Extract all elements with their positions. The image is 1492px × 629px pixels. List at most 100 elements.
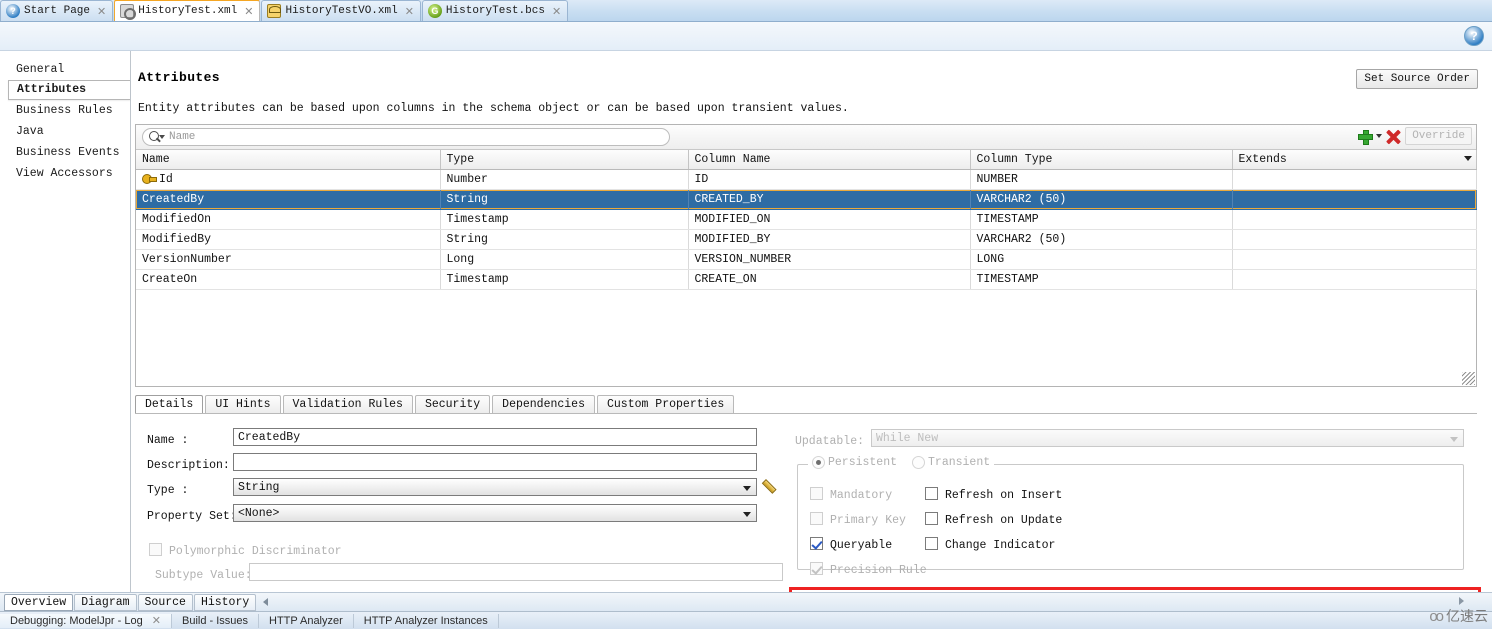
sidebar-item-general[interactable]: General bbox=[0, 59, 130, 80]
watermark-glyph: oo bbox=[1429, 607, 1444, 625]
help-icon[interactable] bbox=[1464, 26, 1484, 46]
table-row[interactable]: ModifiedBy String MODIFIED_BY VARCHAR2 (… bbox=[136, 229, 1477, 250]
table-row[interactable]: CreatedBy String CREATED_BY VARCHAR2 (50… bbox=[136, 189, 1477, 210]
table-row[interactable]: CreateOn Timestamp CREATE_ON TIMESTAMP bbox=[136, 269, 1477, 290]
override-button: Override bbox=[1405, 127, 1472, 145]
tab-ui-hints[interactable]: UI Hints bbox=[205, 395, 281, 414]
updatable-select[interactable]: While New bbox=[871, 429, 1464, 447]
persistent-radio[interactable]: Persistent bbox=[812, 456, 897, 469]
column-header-name[interactable]: Name bbox=[136, 150, 441, 170]
sidebar-item-java[interactable]: Java bbox=[0, 121, 130, 142]
close-icon[interactable]: ✕ bbox=[241, 5, 253, 18]
cell-name: ModifiedOn bbox=[136, 209, 441, 230]
editor-tab-historytestvo-xml[interactable]: HistoryTestVO.xml ✕ bbox=[261, 0, 421, 21]
sidebar-item-view-accessors[interactable]: View Accessors bbox=[0, 163, 130, 184]
panel-resize-grip[interactable] bbox=[1462, 372, 1475, 385]
checkbox-label: Refresh on Update bbox=[945, 514, 1063, 527]
name-field[interactable]: CreatedBy bbox=[233, 428, 757, 446]
transient-radio[interactable]: Transient bbox=[912, 456, 990, 469]
doc-tab-overview[interactable]: Overview bbox=[4, 593, 74, 611]
description-field[interactable] bbox=[233, 453, 757, 471]
checkbox-box bbox=[925, 537, 938, 550]
log-tab-http-analyzer[interactable]: HTTP Analyzer bbox=[259, 613, 354, 628]
subtype-value-label: Subtype Value: bbox=[155, 569, 252, 582]
type-label: Type : bbox=[147, 484, 189, 497]
column-header-type[interactable]: Type bbox=[440, 150, 689, 170]
property-set-select[interactable]: <None> bbox=[233, 504, 757, 522]
cell-extends bbox=[1232, 249, 1477, 270]
search-icon bbox=[147, 129, 167, 145]
column-header-column-name[interactable]: Column Name bbox=[688, 150, 971, 170]
delete-icon[interactable] bbox=[1386, 129, 1401, 144]
editor-tab-start-page[interactable]: Start Page ✕ bbox=[0, 0, 114, 21]
editor-tab-historytest-xml[interactable]: HistoryTest.xml ✕ bbox=[114, 0, 261, 21]
log-tab-debugging[interactable]: Debugging: ModelJpr - Log ✕ bbox=[0, 613, 172, 628]
doc-tab-diagram[interactable]: Diagram bbox=[74, 593, 137, 611]
polymorphic-discriminator-checkbox[interactable]: Polymorphic Discriminator bbox=[149, 543, 342, 558]
set-source-order-button[interactable]: Set Source Order bbox=[1356, 69, 1478, 89]
attributes-table-toolbar: Name Override bbox=[136, 125, 1476, 150]
cell-extends bbox=[1232, 269, 1477, 290]
type-select[interactable]: String bbox=[233, 478, 757, 496]
tab-validation-rules[interactable]: Validation Rules bbox=[282, 395, 413, 414]
checkbox-label: Queryable bbox=[830, 539, 893, 552]
table-row[interactable]: VersionNumber Long VERSION_NUMBER LONG bbox=[136, 249, 1477, 270]
checkbox-label: Mandatory bbox=[830, 489, 893, 502]
tab-dependencies[interactable]: Dependencies bbox=[492, 395, 595, 414]
cell-type: String bbox=[440, 189, 689, 210]
view-object-icon bbox=[267, 4, 282, 18]
close-icon[interactable]: ✕ bbox=[549, 5, 561, 18]
mandatory-checkbox[interactable]: Mandatory bbox=[810, 487, 892, 502]
refresh-on-update-checkbox[interactable]: Refresh on Update bbox=[925, 512, 1062, 527]
pencil-icon[interactable] bbox=[765, 478, 781, 494]
queryable-checkbox[interactable]: Queryable bbox=[810, 537, 892, 552]
attributes-table-panel: Name Override Name Type Column Name Colu… bbox=[135, 124, 1477, 387]
column-header-column-type[interactable]: Column Type bbox=[970, 150, 1233, 170]
chevron-down-icon[interactable] bbox=[1376, 134, 1383, 138]
close-icon[interactable]: ✕ bbox=[152, 615, 161, 627]
doc-tab-history[interactable]: History bbox=[193, 593, 257, 611]
subtype-value-field[interactable] bbox=[249, 563, 783, 581]
log-tab-http-analyzer-instances[interactable]: HTTP Analyzer Instances bbox=[354, 613, 499, 628]
property-set-value: <None> bbox=[238, 507, 280, 520]
doc-tab-source[interactable]: Source bbox=[137, 593, 193, 611]
add-icon[interactable] bbox=[1357, 129, 1374, 145]
primary-key-checkbox[interactable]: Primary Key bbox=[810, 512, 906, 527]
scroll-right-icon[interactable] bbox=[1454, 593, 1470, 607]
checkbox-box bbox=[925, 512, 938, 525]
detail-tab-bar: Details UI Hints Validation Rules Securi… bbox=[135, 394, 736, 414]
cell-column-type: VARCHAR2 (50) bbox=[970, 229, 1233, 250]
precision-rule-checkbox[interactable]: Precision Rule bbox=[810, 562, 927, 577]
sidebar-item-label: Attributes bbox=[17, 83, 87, 96]
editor-tab-historytest-bcs[interactable]: HistoryTest.bcs ✕ bbox=[421, 0, 569, 21]
tab-security[interactable]: Security bbox=[414, 395, 491, 414]
cell-column-name: ID bbox=[688, 169, 971, 190]
cell-column-name: MODIFIED_ON bbox=[688, 209, 971, 230]
checkbox-box bbox=[810, 512, 823, 525]
application-window: Start Page ✕ HistoryTest.xml ✕ HistoryTe… bbox=[0, 0, 1492, 629]
cell-extends bbox=[1232, 189, 1477, 210]
help-icon bbox=[6, 4, 20, 18]
cell-column-type: TIMESTAMP bbox=[970, 209, 1233, 230]
close-icon[interactable]: ✕ bbox=[402, 5, 414, 18]
chevron-down-icon[interactable] bbox=[1463, 156, 1472, 161]
checkbox-label: Refresh on Insert bbox=[945, 489, 1063, 502]
persistence-group: Persistent Transient Mandatory Primary K… bbox=[797, 456, 1464, 577]
change-indicator-checkbox[interactable]: Change Indicator bbox=[925, 537, 1055, 552]
sidebar-item-label: Business Events bbox=[16, 146, 120, 159]
search-input[interactable]: Name bbox=[142, 128, 670, 146]
chevron-left-icon[interactable] bbox=[263, 598, 269, 606]
sidebar-item-attributes[interactable]: Attributes bbox=[8, 80, 130, 100]
sidebar-item-business-events[interactable]: Business Events bbox=[0, 142, 130, 163]
refresh-on-insert-checkbox[interactable]: Refresh on Insert bbox=[925, 487, 1062, 502]
table-row[interactable]: Id Number ID NUMBER bbox=[136, 169, 1477, 190]
close-icon[interactable]: ✕ bbox=[94, 5, 106, 18]
cell-extends bbox=[1232, 169, 1477, 190]
sidebar-item-label: Business Rules bbox=[16, 104, 113, 117]
table-row[interactable]: ModifiedOn Timestamp MODIFIED_ON TIMESTA… bbox=[136, 209, 1477, 230]
column-header-extends[interactable]: Extends bbox=[1232, 150, 1477, 170]
tab-details[interactable]: Details bbox=[135, 395, 204, 414]
sidebar-item-business-rules[interactable]: Business Rules bbox=[0, 100, 130, 121]
log-tab-build-issues[interactable]: Build - Issues bbox=[172, 613, 260, 628]
tab-custom-properties[interactable]: Custom Properties bbox=[597, 395, 735, 414]
